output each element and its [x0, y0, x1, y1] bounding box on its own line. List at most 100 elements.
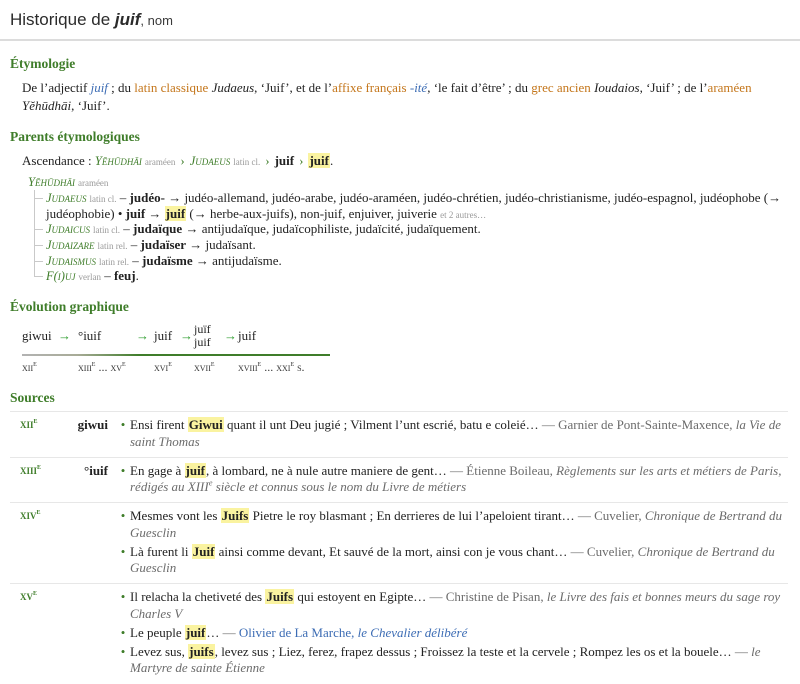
- attribution-link[interactable]: Olivier de La Marche, le Chevalier délib…: [239, 625, 468, 640]
- current-word-highlight: juif: [165, 206, 187, 221]
- century-label: xiie: [22, 360, 58, 375]
- bullet-icon: •: [116, 417, 130, 450]
- etymon-word: Ioudaios: [594, 80, 640, 95]
- source-row: xive •Mesmes vont les Juifs Pietre le ro…: [10, 502, 788, 583]
- headword: juif: [115, 10, 141, 29]
- quote-item: •Le peuple juif… — Olivier de La Marche,…: [116, 625, 788, 641]
- bullet-icon: •: [116, 589, 130, 622]
- derived-word: juif: [126, 206, 146, 221]
- language-name: latin classique: [134, 80, 208, 95]
- quote-list: •Ensi firent Giwui quant il unt Deu jugi…: [116, 417, 788, 453]
- century-label: xive: [20, 508, 68, 579]
- quote-text: Il relacha la chetiveté des Juifs qui es…: [130, 589, 788, 622]
- quote-item: •Levez sus, juifs, levez sus ; Liez, fer…: [116, 644, 788, 677]
- keyword-highlight: juif: [185, 625, 207, 640]
- chevron-icon: ›: [299, 153, 303, 168]
- tree-etymon: Judaismus: [46, 254, 96, 268]
- derived-word: judaïque: [133, 221, 182, 236]
- derived-word: feuj: [114, 268, 136, 283]
- timeline-form: °iuif: [78, 328, 136, 344]
- derived-word: judaïser: [141, 237, 187, 252]
- quote-list: •Mesmes vont les Juifs Pietre le roy bla…: [116, 508, 788, 579]
- chevron-icon: ›: [180, 153, 184, 168]
- tree-etymon: Judaicus: [46, 222, 90, 236]
- arrow-icon: →: [182, 221, 202, 236]
- root-etymon: Yĕhūdhāi: [28, 175, 75, 189]
- language-name: araméen: [708, 80, 752, 95]
- century-label: xviie: [194, 360, 224, 375]
- derived-word: judéo-: [130, 190, 165, 205]
- derived-word: judaïsme: [142, 253, 193, 268]
- language-tag: latin cl.: [233, 157, 260, 167]
- form-label: °iuif: [68, 463, 108, 499]
- arrow-icon: →: [193, 253, 213, 268]
- arrow-icon: →: [165, 190, 185, 205]
- ancestor-etymon: Judaeus: [190, 154, 231, 168]
- arrow-icon: →: [136, 328, 154, 344]
- timeline-axis: [22, 354, 330, 356]
- quote-list: •Il relacha la chetiveté des Juifs qui e…: [116, 589, 788, 679]
- section-sources: Sources xiie giwui •Ensi firent Giwui qu…: [10, 390, 788, 683]
- language-tag: araméen: [78, 178, 108, 188]
- century-label: xiie: [20, 417, 68, 453]
- keyword-highlight: juif: [185, 463, 207, 478]
- timeline-form: juif: [154, 328, 180, 344]
- page-title-prefix: Historique de: [10, 10, 115, 29]
- quote-text: Mesmes vont les Juifs Pietre le roy blas…: [130, 508, 788, 541]
- link-juif[interactable]: juif: [91, 80, 108, 95]
- tree-item: Judaeuslatin cl. – judéo- → judéo-allema…: [35, 190, 788, 221]
- work-title: le Chevalier délibéré: [358, 625, 468, 640]
- keyword-highlight: juifs: [188, 644, 215, 659]
- separator-dot: •: [115, 206, 126, 221]
- quote-item: •Là furent li Juif ainsi comme devant, E…: [116, 544, 788, 577]
- quote-attribution: — Olivier de La Marche, le Chevalier dél…: [223, 625, 468, 640]
- link-ite-suffix[interactable]: -ité: [410, 80, 427, 95]
- source-row: xiie giwui •Ensi firent Giwui quant il u…: [10, 411, 788, 457]
- tree-item: F(i)ujverlan – feuj.: [35, 268, 788, 284]
- language-tag: latin cl.: [90, 194, 117, 204]
- arrow-icon: →: [186, 237, 206, 252]
- language-tag: latin rel.: [98, 241, 128, 251]
- century-label: xviiie ... xxie s.: [238, 360, 330, 375]
- language-tag: verlan: [78, 272, 101, 282]
- tree-etymon: Judaeus: [46, 191, 87, 205]
- language-tag: latin cl.: [93, 225, 120, 235]
- form-label: [68, 589, 108, 679]
- tree-etymon: F(i)uj: [46, 269, 75, 283]
- etymon-word: Judaeus: [212, 80, 255, 95]
- graphic-evolution-timeline: giwui → °iuif → juif → juïfjuif → juif x…: [22, 323, 788, 375]
- keyword-highlight: Juifs: [221, 508, 250, 523]
- etymology-tree: Yĕhūdhāiaraméen Judaeuslatin cl. – judéo…: [22, 174, 788, 284]
- title-divider: [0, 39, 800, 41]
- current-word-highlight: juif: [308, 153, 330, 168]
- language-tag: latin rel.: [99, 257, 129, 267]
- quote-text: Le peuple juif… — Olivier de La Marche, …: [130, 625, 788, 641]
- bullet-icon: •: [116, 644, 130, 677]
- page-title: Historique de juif, nom: [10, 10, 788, 30]
- timeline-form: juif: [238, 328, 330, 344]
- tree-item: Judaizarelatin rel. – judaïser → judaïsa…: [35, 237, 788, 253]
- keyword-highlight: Juifs: [265, 589, 294, 604]
- section-parents-etymologiques: Parents étymologiques Ascendance : Yĕhūd…: [10, 129, 788, 284]
- arrow-icon: →: [145, 206, 165, 221]
- quote-item: •Ensi firent Giwui quant il unt Deu jugi…: [116, 417, 788, 450]
- bullet-icon: •: [116, 544, 130, 577]
- form-label: [68, 508, 108, 579]
- century-label: xiiie: [20, 463, 68, 499]
- quote-list: •En gage à juif, à lombard, ne à nule au…: [116, 463, 788, 499]
- quote-item: •Mesmes vont les Juifs Pietre le roy bla…: [116, 508, 788, 541]
- quote-item: •En gage à juif, à lombard, ne à nule au…: [116, 463, 788, 496]
- etymology-paragraph: De l’adjectif juif ; du latin classique …: [22, 79, 788, 114]
- dictionary-history-page: Historique de juif, nom Étymologie De l’…: [0, 0, 800, 684]
- quote-item: •Il relacha la chetiveté des Juifs qui e…: [116, 589, 788, 622]
- quote-text: Levez sus, juifs, levez sus ; Liez, fere…: [130, 644, 788, 677]
- century-label: xiiie ... xve: [78, 360, 136, 375]
- bullet-icon: •: [116, 625, 130, 641]
- keyword-highlight: Giwui: [188, 417, 224, 432]
- timeline-form-variants: juïfjuif: [194, 323, 224, 349]
- tree-items: Judaeuslatin cl. – judéo- → judéo-allema…: [34, 190, 788, 284]
- timeline-form: giwui: [22, 328, 58, 344]
- quote-text: Ensi firent Giwui quant il unt Deu jugié…: [130, 417, 788, 450]
- ancestor-word: juif: [275, 153, 295, 168]
- language-name: grec ancien: [531, 80, 591, 95]
